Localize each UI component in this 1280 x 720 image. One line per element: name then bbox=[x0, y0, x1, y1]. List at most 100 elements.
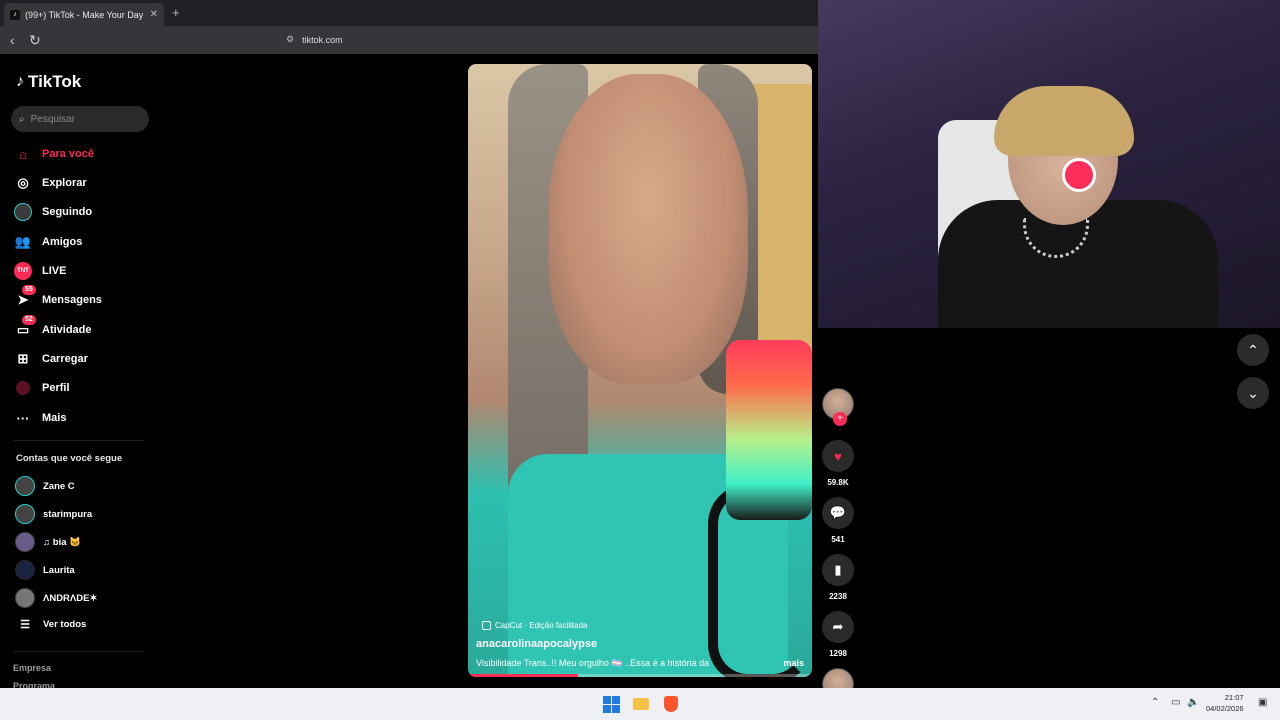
see-all-button[interactable]: ☰ Ver todos bbox=[15, 618, 86, 631]
video-scene-microphone bbox=[726, 340, 812, 520]
windows-taskbar: ⌃ ▭ 🔈 21:07 04/02/2026 ▣ bbox=[0, 688, 1280, 720]
following-account[interactable]: ΛNDRΛDE✶ bbox=[15, 588, 97, 608]
activity-badge: 52 bbox=[22, 315, 36, 325]
previous-video-button[interactable]: ⌃ bbox=[1237, 334, 1269, 366]
heart-icon: ♥ bbox=[834, 448, 842, 464]
browser-tabbar: ♪ (99+) TikTok - Make Your Day ✕ + bbox=[0, 0, 820, 26]
tab-close-icon[interactable]: ✕ bbox=[150, 9, 158, 20]
webcam-cup bbox=[1062, 158, 1096, 192]
system-clock[interactable]: 21:07 04/02/2026 bbox=[1206, 692, 1244, 714]
avatar bbox=[15, 504, 35, 524]
video-description: Visibilidade Trans..!! Meu orgulho 🏳️‍⚧️… bbox=[476, 658, 804, 669]
following-section-title: Contas que você segue bbox=[16, 453, 123, 464]
menu-item-live[interactable]: TNT LIVE bbox=[14, 260, 66, 282]
menu-label: LIVE bbox=[42, 265, 67, 277]
menu-item-perfil[interactable]: Perfil bbox=[14, 377, 70, 399]
menu-label: Perfil bbox=[42, 382, 70, 394]
tab-title: (99+) TikTok - Make Your Day bbox=[25, 9, 144, 20]
menu-label: Mais bbox=[42, 412, 67, 424]
following-account[interactable]: Zane C bbox=[15, 476, 75, 496]
avatar bbox=[15, 532, 35, 552]
live-badge: TNT bbox=[14, 262, 32, 280]
menu-label: Carregar bbox=[42, 353, 88, 365]
progress-fill bbox=[468, 674, 579, 677]
start-button[interactable] bbox=[602, 695, 620, 713]
divider bbox=[14, 440, 144, 441]
menu-item-carregar[interactable]: ⊞ Carregar bbox=[14, 348, 88, 370]
tiktok-logo-icon: ♪ bbox=[16, 73, 24, 90]
search-input[interactable] bbox=[30, 113, 131, 125]
account-name: starimpura bbox=[43, 508, 93, 520]
menu-item-para-voce[interactable]: ⌂ Para você bbox=[14, 143, 94, 165]
brave-browser-button[interactable] bbox=[662, 695, 680, 713]
url-text: tiktok.com bbox=[302, 34, 343, 45]
capcut-tag[interactable]: CapCut · Edição facilitada bbox=[482, 621, 804, 630]
search-box[interactable]: ⌕ bbox=[11, 106, 149, 132]
menu-label: Explorar bbox=[42, 177, 87, 189]
windows-logo-icon bbox=[602, 695, 620, 713]
like-button[interactable]: ♥ bbox=[822, 440, 854, 472]
video-player[interactable]: CapCut · Edição facilitada anacarolinaap… bbox=[468, 64, 812, 677]
bookmark-icon: ▮ bbox=[834, 562, 842, 577]
url-field[interactable]: ⚙ tiktok.com bbox=[286, 34, 343, 45]
menu-item-explorar[interactable]: ◎ Explorar bbox=[14, 172, 87, 194]
reload-icon[interactable]: ↻ bbox=[29, 32, 41, 49]
volume-icon[interactable]: 🔈 bbox=[1187, 697, 1199, 708]
following-account[interactable]: Laurita bbox=[15, 560, 75, 580]
live-icon: TNT bbox=[14, 262, 32, 280]
avatar bbox=[15, 476, 35, 496]
friends-icon: 👥 bbox=[14, 234, 32, 249]
creator-avatar[interactable]: + bbox=[822, 388, 854, 426]
clock-time: 21:07 bbox=[1224, 693, 1244, 702]
menu-label: Atividade bbox=[42, 324, 92, 336]
logo-text: TikTok bbox=[28, 72, 82, 91]
comment-button[interactable]: 💬 bbox=[822, 497, 854, 529]
new-tab-button[interactable]: + bbox=[172, 5, 180, 20]
menu-item-seguindo[interactable]: Seguindo bbox=[14, 201, 92, 223]
menu-label: Mensagens bbox=[42, 294, 102, 306]
chevron-up-icon: ⌃ bbox=[1247, 341, 1259, 358]
following-account[interactable]: starimpura bbox=[15, 504, 92, 524]
network-icon[interactable]: ▭ bbox=[1171, 697, 1180, 708]
share-icon: ➦ bbox=[832, 619, 844, 634]
browser-tab[interactable]: ♪ (99+) TikTok - Make Your Day ✕ bbox=[4, 3, 164, 26]
capcut-icon bbox=[482, 621, 491, 630]
site-settings-icon[interactable]: ⚙ bbox=[286, 34, 294, 45]
save-button[interactable]: ▮ bbox=[822, 554, 854, 586]
footer-link-empresa[interactable]: Empresa bbox=[13, 663, 51, 673]
webcam-overlay bbox=[818, 0, 1280, 328]
notifications-icon[interactable]: ▣ bbox=[1258, 697, 1267, 708]
back-icon[interactable]: ‹ bbox=[10, 32, 15, 48]
tiktok-favicon-icon: ♪ bbox=[10, 9, 20, 20]
profile-icon bbox=[14, 379, 32, 397]
video-author[interactable]: anacarolinaapocalypse bbox=[476, 638, 804, 650]
menu-item-atividade[interactable]: ▭ 52 Atividade bbox=[14, 315, 92, 341]
share-count: 1298 bbox=[829, 649, 847, 658]
like-count: 59.8K bbox=[827, 478, 849, 487]
menu-label: Amigos bbox=[42, 236, 83, 248]
messages-icon: ➤ 55 bbox=[14, 285, 36, 309]
menu-item-mais[interactable]: ··· Mais bbox=[14, 407, 67, 429]
menu-item-amigos[interactable]: 👥 Amigos bbox=[14, 231, 82, 253]
file-explorer-button[interactable] bbox=[632, 695, 650, 713]
account-name: ΛNDRΛDE✶ bbox=[43, 592, 98, 604]
clock-date: 04/02/2026 bbox=[1206, 704, 1244, 713]
more-button[interactable]: mais bbox=[783, 658, 804, 669]
menu-item-mensagens[interactable]: ➤ 55 Mensagens bbox=[14, 285, 102, 311]
activity-icon: ▭ 52 bbox=[14, 315, 36, 339]
next-video-button[interactable]: ⌄ bbox=[1237, 377, 1269, 409]
video-progress-bar[interactable] bbox=[468, 674, 812, 677]
tray-overflow-icon[interactable]: ⌃ bbox=[1151, 697, 1159, 708]
home-icon: ⌂ bbox=[19, 146, 27, 162]
compass-icon: ◎ bbox=[17, 175, 29, 190]
upload-icon: ⊞ bbox=[17, 351, 29, 366]
webcam-person-hair bbox=[994, 86, 1134, 156]
avatar bbox=[15, 560, 35, 580]
messages-badge: 55 bbox=[22, 285, 36, 295]
account-name: Laurita bbox=[43, 564, 75, 576]
follow-plus-icon[interactable]: + bbox=[833, 412, 847, 426]
chevron-down-icon: ⌄ bbox=[1247, 384, 1259, 401]
following-account[interactable]: ♫ bia 🐱 bbox=[15, 532, 81, 552]
tiktok-logo[interactable]: ♪ TikTok bbox=[16, 72, 81, 92]
share-button[interactable]: ➦ bbox=[822, 611, 854, 643]
